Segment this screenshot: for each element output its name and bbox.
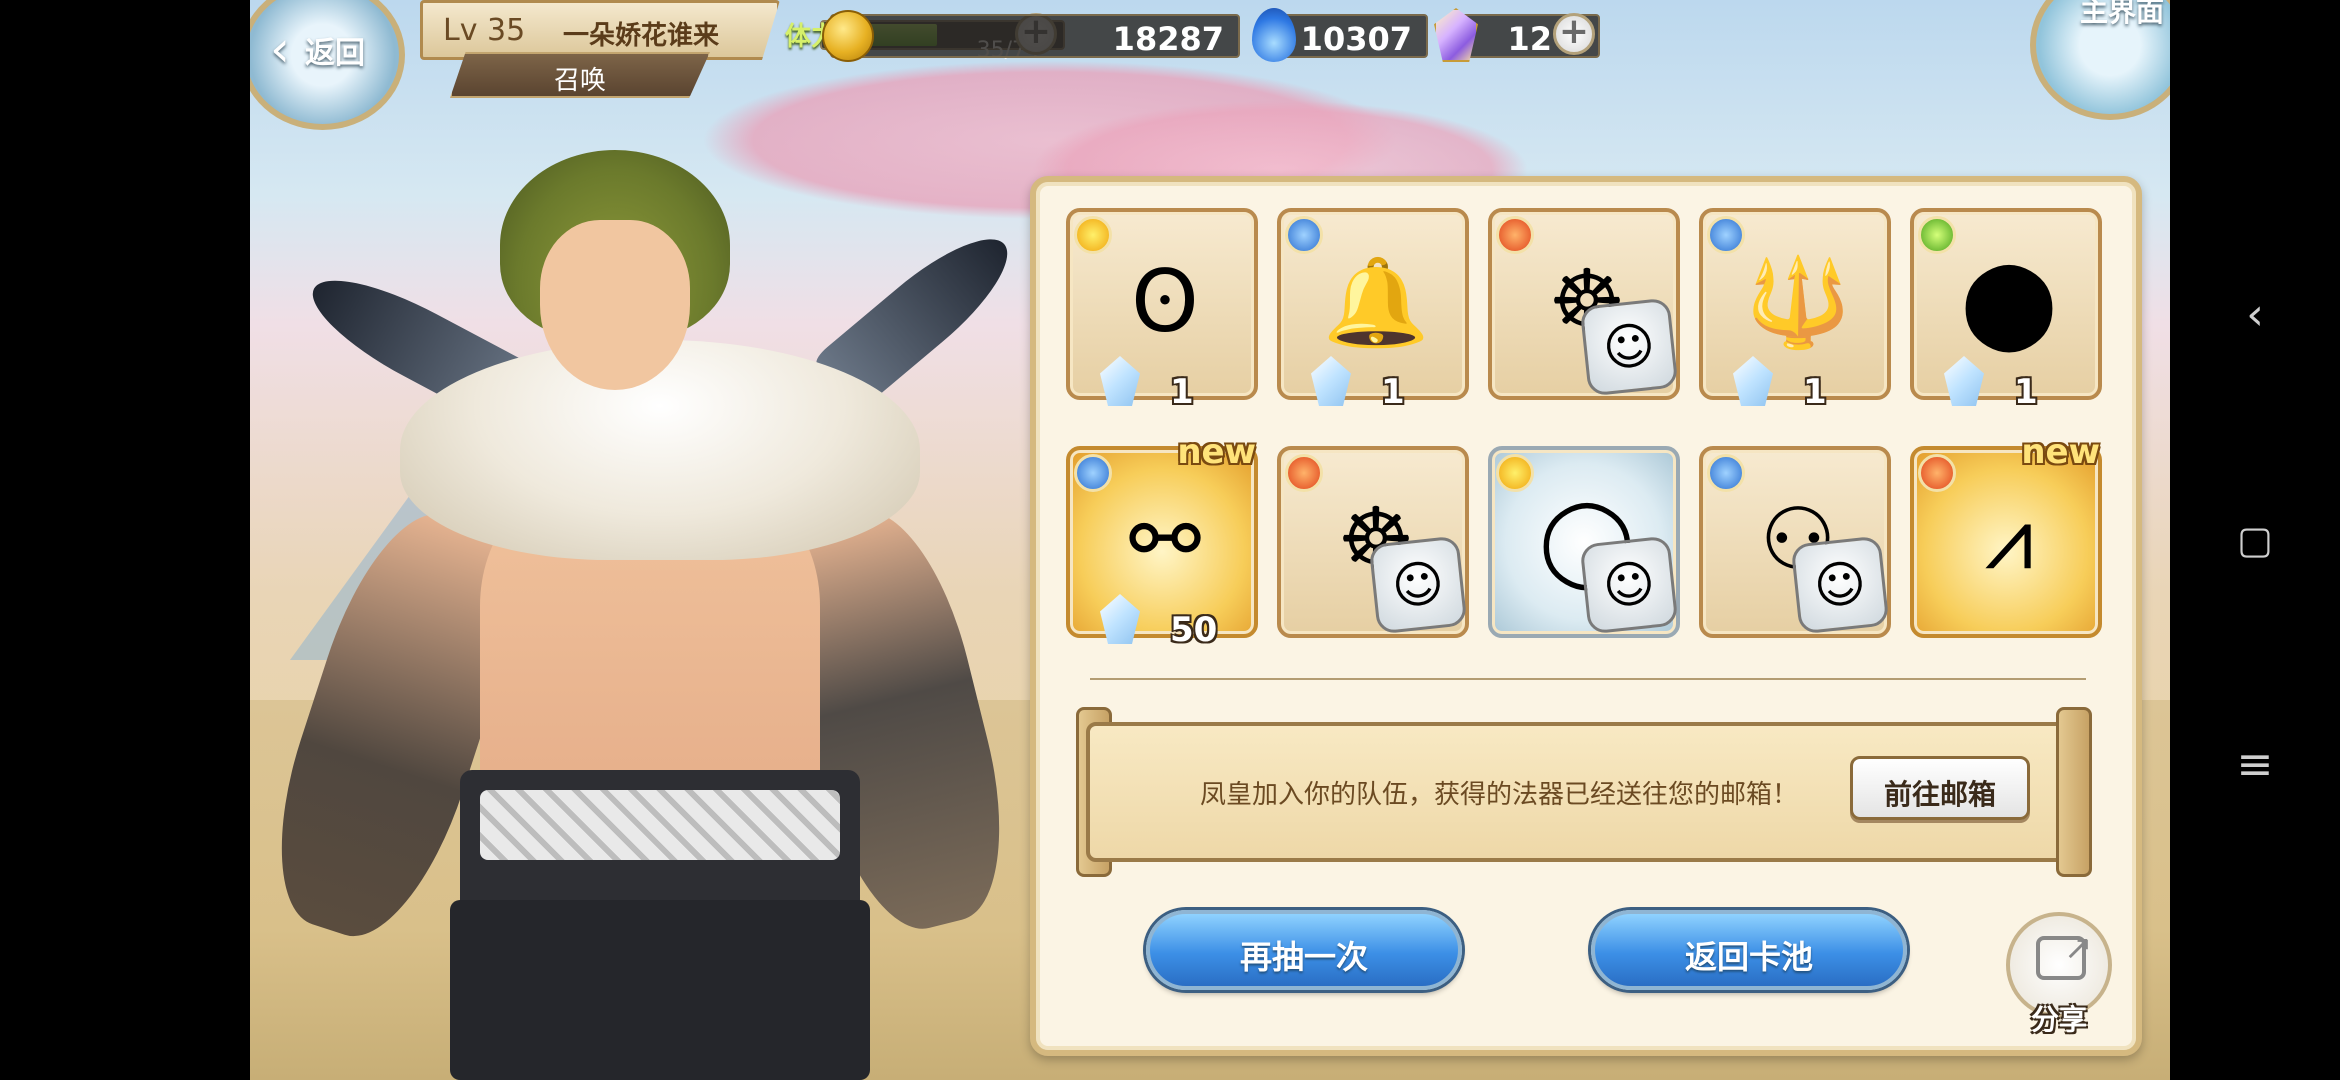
item-quantity: 1 (1170, 372, 1194, 412)
add-gems-button[interactable]: + (1553, 13, 1595, 55)
draw-again-label: 再抽一次 (1239, 938, 1368, 976)
gem-amount: 12 (1507, 20, 1552, 58)
tab-summon-label: 召唤 (553, 66, 606, 96)
player-level: Lv 35 (443, 13, 526, 48)
summon-message: 凤皇加入你的队伍，获得的法器已经送往您的邮箱！ (1200, 780, 1799, 810)
back-button[interactable]: ‹ 返回 (250, 0, 420, 130)
home-button[interactable]: 主界面 (2030, 0, 2170, 120)
summon-result-item[interactable]: ☸ ☺ (1488, 208, 1680, 400)
item-artwork: ⚯ (1128, 490, 1202, 590)
return-to-pool-label: 返回卡池 (1684, 938, 1813, 976)
summon-result-item[interactable]: ◯ ☺ (1488, 446, 1680, 638)
character-portrait-icon: ☺ (1579, 297, 1679, 397)
fire-element-icon (1496, 216, 1534, 254)
light-element-icon (1496, 454, 1534, 492)
item-quantity: 1 (1381, 372, 1405, 412)
item-quantity: 50 (1170, 610, 1218, 650)
share-arrow-icon: ↗ (2064, 928, 2093, 968)
item-artwork: 🔔 (1322, 252, 1430, 353)
light-element-icon (1074, 216, 1112, 254)
message-scroll: 凤皇加入你的队伍，获得的法器已经送往您的邮箱！ 前往邮箱 (1086, 722, 2076, 862)
shard-icon (1944, 356, 1984, 406)
item-quantity: 1 (2014, 372, 2038, 412)
summon-result-item[interactable]: 🔱 1 (1699, 208, 1891, 412)
shard-icon (1100, 356, 1140, 406)
water-element-icon (1074, 454, 1112, 492)
share-button[interactable]: ↗ 分享 (2006, 912, 2112, 1036)
item-quantity: 1 (1803, 372, 1827, 412)
gold-amount: 18287 (1112, 20, 1224, 58)
gold-counter: 18287 (822, 10, 1240, 62)
character-portrait-icon: ☺ (1579, 535, 1679, 635)
shard-icon (1311, 356, 1351, 406)
fire-element-icon (1918, 454, 1956, 492)
summon-result-item[interactable]: ⚯ 50 new (1066, 432, 1258, 650)
summon-result-item[interactable]: 🔔 1 (1277, 208, 1469, 412)
item-artwork: ʘ (1131, 252, 1199, 352)
new-badge: new (2021, 432, 2100, 472)
android-nav-bar: ‹ ▢ ≡ (2170, 0, 2340, 1080)
go-to-mailbox-label: 前往邮箱 (1883, 778, 1996, 811)
summon-results-panel: ʘ 1 🔔 1 ☸ ☺ 🔱 1 ⬤ 1 ⚯ 50 new ☸ ☺ ◯ ☺ ⚇ ☺ ⩘ new 凤皇加入你的队伍，获得的法… (1030, 176, 2142, 1056)
shard-icon (1733, 356, 1773, 406)
divider (1090, 678, 2086, 680)
new-badge: new (1177, 432, 1256, 472)
share-label: 分享 (2030, 1003, 2087, 1036)
water-element-icon (1707, 216, 1745, 254)
summon-result-item[interactable]: ☸ ☺ (1277, 446, 1469, 638)
item-artwork: 🔱 (1744, 252, 1852, 353)
gold-coin-icon (822, 10, 874, 62)
home-label: 主界面 (2079, 0, 2164, 28)
return-to-pool-button[interactable]: 返回卡池 (1591, 910, 1907, 990)
blue-flame-counter: 10307 (1252, 8, 1428, 62)
character-portrait-icon: ☺ (1368, 535, 1468, 635)
character-face (540, 220, 690, 390)
character-belt-strip (480, 790, 840, 860)
blue-flame-amount: 10307 (1300, 20, 1412, 58)
player-name: 一朵娇花谁来 (563, 21, 720, 51)
wind-element-icon (1918, 216, 1956, 254)
nav-menu-icon[interactable]: ≡ (2220, 730, 2290, 800)
summon-result-item[interactable]: ⬤ 1 (1910, 208, 2102, 412)
water-element-icon (1707, 454, 1745, 492)
summon-result-item[interactable]: ⚇ ☺ (1699, 446, 1891, 638)
chevron-left-icon: ‹ (270, 20, 290, 78)
item-artwork: ⬤ (1960, 252, 2058, 352)
back-label: 返回 (305, 36, 365, 71)
summon-result-item[interactable]: ʘ1 (1066, 208, 1258, 412)
scroll-roll-right (2056, 707, 2092, 877)
summon-result-item[interactable]: ⩘ new (1910, 432, 2102, 638)
game-screen: ‹ 返回 Lv 35 一朵娇花谁来 召唤 体力 35/74 + 18287 10… (250, 0, 2170, 1080)
character-portrait-icon: ☺ (1790, 535, 1890, 635)
nav-back-icon[interactable]: ‹ (2220, 280, 2290, 350)
player-info-plate: Lv 35 一朵娇花谁来 (420, 0, 780, 60)
fire-element-icon (1285, 454, 1323, 492)
draw-again-button[interactable]: 再抽一次 (1146, 910, 1462, 990)
summoned-character (250, 130, 1050, 1080)
item-artwork: ⩘ (1984, 489, 2034, 589)
water-element-icon (1285, 216, 1323, 254)
nav-home-icon[interactable]: ▢ (2220, 505, 2290, 575)
gem-icon (1434, 8, 1478, 62)
blue-flame-icon (1252, 8, 1296, 62)
shard-icon (1100, 594, 1140, 644)
character-skirt (450, 900, 870, 1080)
go-to-mailbox-button[interactable]: 前往邮箱 (1850, 756, 2030, 820)
tab-summon[interactable]: 召唤 (450, 52, 710, 98)
